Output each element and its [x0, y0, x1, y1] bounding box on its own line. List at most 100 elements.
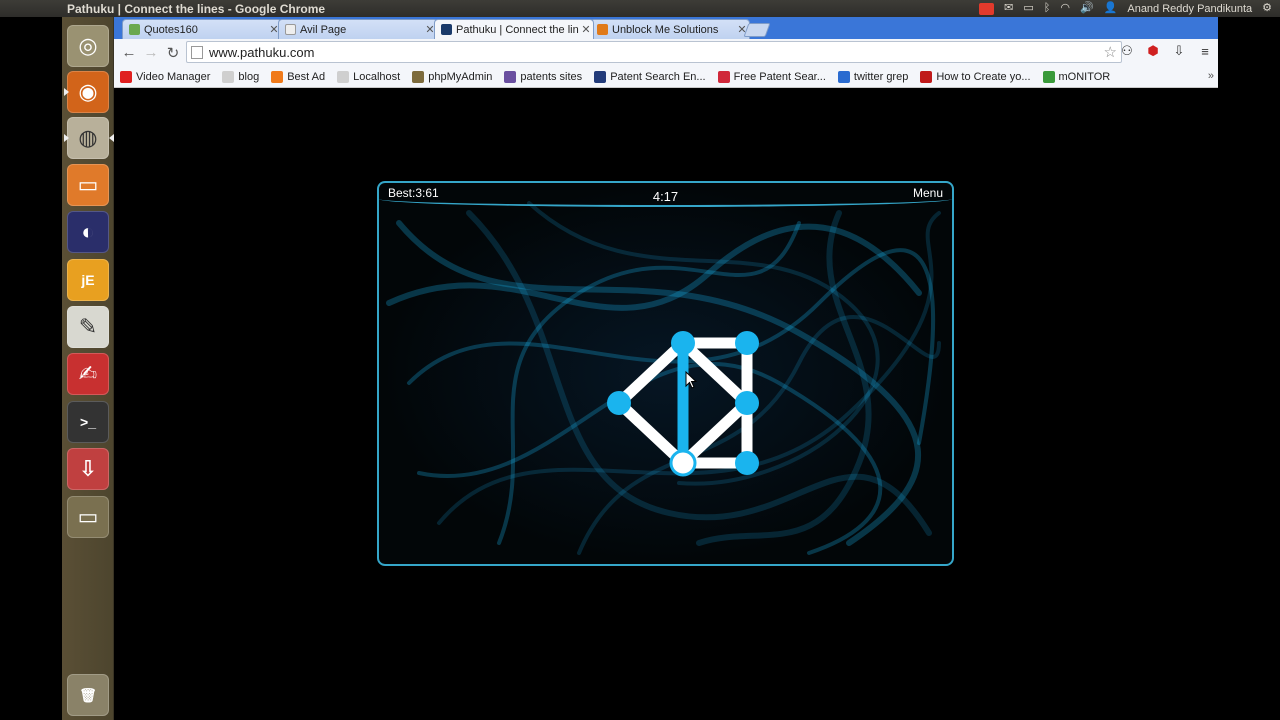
back-arrow-icon[interactable]: ← [118, 42, 140, 64]
tab-label: Quotes160 [144, 23, 198, 36]
puzzle-node[interactable] [735, 391, 759, 415]
bookmark-item[interactable]: Patent Search En... [594, 70, 706, 83]
bookmark-label: Localhost [353, 70, 401, 83]
desktop: Pathuku | Connect the lines - Google Chr… [0, 0, 1280, 720]
close-icon[interactable]: ✕ [579, 23, 593, 36]
running-indicator [64, 88, 69, 96]
bookmark-item[interactable]: blog [222, 70, 259, 83]
extension-person-icon[interactable]: ⚇ [1118, 42, 1136, 60]
extensions: ⚇ ⬢ ⇩ ≡ [1118, 42, 1214, 60]
files-icon[interactable]: ▭ [67, 164, 109, 206]
puzzle-node[interactable] [735, 451, 759, 475]
tab-avil-page[interactable]: Avil Page ✕ [278, 19, 438, 39]
forward-arrow-icon[interactable]: → [140, 42, 162, 64]
text-editor-icon[interactable]: ✎ [67, 306, 109, 348]
bookmark-item[interactable]: How to Create yo... [920, 70, 1031, 83]
top-panel: Pathuku | Connect the lines - Google Chr… [0, 0, 1280, 17]
bookmark-item[interactable]: twitter grep [837, 70, 909, 83]
bookmark-item[interactable]: patents sites [504, 70, 582, 83]
bookmark-item[interactable]: Best Ad [271, 70, 325, 83]
bookmarks-overflow-icon[interactable]: » [1208, 70, 1214, 82]
pdf-viewer-icon[interactable]: ✍ [67, 353, 109, 395]
bookmark-item[interactable]: mONITOR [1042, 70, 1111, 83]
trash-icon[interactable]: 🗑 [67, 674, 109, 716]
wifi-icon[interactable]: ◠ [1060, 0, 1070, 17]
tab-label: Avil Page [300, 23, 347, 36]
game-header: Best:3:61 4:17 Menu [379, 183, 952, 207]
launcher-glyph: ✍ [78, 361, 98, 386]
indicator-red-icon[interactable] [979, 2, 995, 15]
workspace-icon[interactable]: ▭ [67, 496, 109, 538]
menu-icon[interactable]: ≡ [1196, 42, 1214, 60]
bookmark-label: How to Create yo... [936, 70, 1031, 83]
adblock-icon[interactable]: ⬢ [1144, 42, 1162, 60]
bookmark-label: mONITOR [1058, 70, 1111, 83]
volume-icon[interactable]: 🔊 [1080, 0, 1094, 17]
tab-label: Pathuku | Connect the lin [456, 23, 579, 36]
bookmark-label: twitter grep [853, 70, 909, 83]
jedit-icon[interactable]: jE [67, 259, 109, 301]
address-bar[interactable]: www.pathuku.com ☆ [186, 41, 1122, 63]
tab-strip: Quotes160 ✕ Avil Page ✕ Pathuku | Connec… [114, 17, 1218, 39]
reload-icon[interactable]: ↻ [162, 42, 184, 64]
tab-unblock-me[interactable]: Unblock Me Solutions ✕ [590, 19, 750, 39]
bookmark-label: Video Manager [136, 70, 211, 83]
bookmark-favicon-icon [271, 70, 284, 83]
bookmark-item[interactable]: phpMyAdmin [412, 70, 493, 83]
mail-icon[interactable]: ✉ [1004, 0, 1013, 17]
system-tray: ✉ ▭ ᛒ ◠ 🔊 👤 Anand Reddy Pandikunta ⚙ [979, 0, 1272, 17]
bookmark-item[interactable]: Localhost [337, 70, 401, 83]
battery-icon[interactable]: ▭ [1023, 0, 1033, 17]
firefox-icon[interactable]: ◉ [64, 71, 109, 113]
bookmark-favicon-icon [412, 70, 425, 83]
launcher-glyph: ◍ [78, 125, 98, 150]
game-board[interactable] [379, 183, 954, 566]
desktop-edge [1218, 17, 1280, 720]
bookmark-favicon-icon [504, 70, 517, 83]
launcher-glyph: ✎ [78, 314, 98, 339]
bookmark-favicon-icon [594, 70, 607, 83]
tab-label: Unblock Me Solutions [612, 23, 719, 36]
gear-icon[interactable]: ⚙ [1262, 0, 1272, 17]
pathuku-favicon-icon [441, 24, 452, 35]
extension-download-icon[interactable]: ⇩ [1170, 42, 1188, 60]
bookmark-label: Patent Search En... [610, 70, 706, 83]
launcher-glyph: ◎ [78, 33, 98, 58]
bluetooth-icon[interactable]: ᛒ [1044, 0, 1051, 17]
puzzle-node[interactable] [735, 331, 759, 355]
terminal-icon[interactable]: >_ [67, 401, 109, 443]
chrome-icon[interactable]: ◍ [64, 117, 114, 159]
current-node[interactable] [669, 449, 697, 477]
bookmark-label: Free Patent Sear... [733, 70, 826, 83]
menu-button[interactable]: Menu [913, 186, 943, 200]
ubuntu-dash-icon[interactable]: ◎ [67, 25, 109, 67]
bookmark-item[interactable]: Video Manager [120, 70, 211, 83]
launcher-glyph: ▭ [77, 504, 99, 529]
installer-icon[interactable]: ⇩ [67, 448, 109, 490]
tab-pathuku[interactable]: Pathuku | Connect the lin ✕ [434, 19, 594, 39]
bookmark-favicon-icon [920, 70, 933, 83]
eclipse-icon[interactable]: ◐ [67, 211, 109, 253]
background-swirls [386, 201, 941, 555]
launcher-glyph: ◐ [81, 219, 95, 244]
bookmarks-bar: Video Manager blog Best Ad Localhost phpMyAd… [114, 66, 1218, 88]
bookmark-item[interactable]: Free Patent Sear... [717, 70, 826, 83]
window-title: Pathuku | Connect the lines - Google Chr… [67, 1, 326, 16]
puzzle-node[interactable] [607, 391, 631, 415]
quotes-favicon-icon [129, 24, 140, 35]
avil-favicon-icon [285, 24, 296, 35]
launcher-glyph: jE [81, 272, 95, 288]
new-tab-button[interactable] [743, 23, 771, 37]
tab-quotes160[interactable]: Quotes160 ✕ [122, 19, 282, 39]
puzzle-node[interactable] [671, 331, 695, 355]
launcher-glyph: >_ [80, 414, 96, 430]
launcher-glyph: ⇩ [78, 456, 98, 481]
bookmark-label: phpMyAdmin [428, 70, 493, 83]
game-panel: Best:3:61 4:17 Menu [377, 181, 954, 566]
user-icon: 👤 [1103, 2, 1118, 14]
user-name[interactable]: Anand Reddy Pandikunta [1127, 3, 1252, 15]
url-text: www.pathuku.com [209, 44, 315, 60]
bookmark-favicon-icon [1042, 70, 1055, 83]
launcher-glyph: ◉ [78, 79, 98, 104]
bookmark-star-icon[interactable]: ☆ [1104, 43, 1117, 61]
